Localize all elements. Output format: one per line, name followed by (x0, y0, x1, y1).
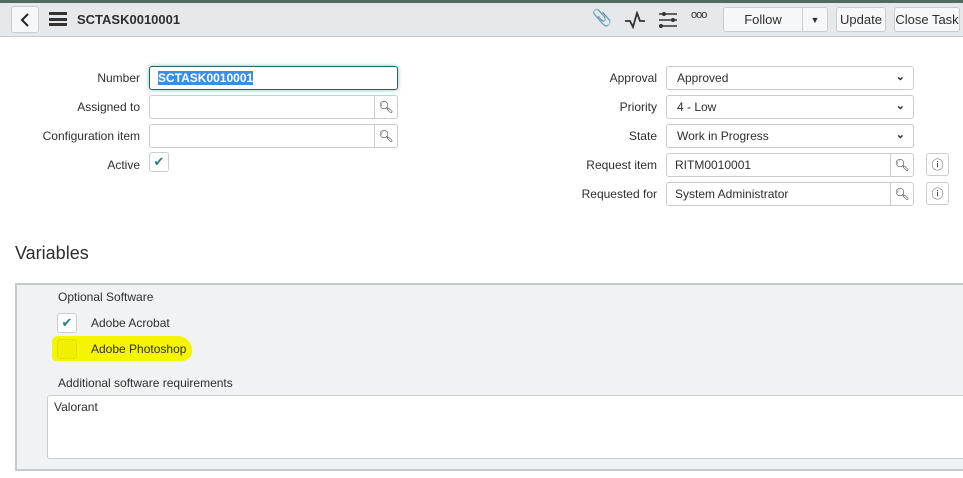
priority-select[interactable]: 4 - Low ⌄ (666, 95, 914, 119)
form-header: SCTASK0010001 📎 ooo Follow ▼ Update Clos… (0, 0, 963, 37)
active-label: Active (107, 158, 140, 172)
chevron-down-icon: ⌄ (895, 129, 905, 141)
adobe-acrobat-label: Adobe Acrobat (91, 316, 170, 330)
state-label: State (628, 129, 657, 143)
search-icon[interactable]: 🔍︎ (374, 125, 397, 147)
paperclip-icon[interactable]: 📎 (592, 8, 612, 28)
optional-software-label: Optional Software (58, 290, 154, 304)
number-value: SCTASK0010001 (158, 71, 254, 85)
additional-software-label: Additional software requirements (58, 376, 233, 390)
chevron-down-icon: ⌄ (895, 100, 905, 112)
configuration-item-field[interactable]: 🔍︎ (149, 124, 398, 148)
requested-for-field[interactable]: System Administrator 🔍︎ (666, 182, 914, 206)
chevron-down-icon: ⌄ (895, 71, 905, 83)
approval-select[interactable]: Approved ⌄ (666, 66, 914, 90)
additional-software-textarea[interactable]: Valorant (47, 395, 963, 459)
search-icon[interactable]: 🔍︎ (374, 96, 397, 118)
adobe-acrobat-checkbox[interactable]: ✔ (57, 313, 77, 333)
update-button[interactable]: Update (836, 7, 886, 32)
configuration-item-label: Configuration item (42, 129, 140, 143)
request-item-label: Request item (586, 158, 657, 172)
approval-value: Approved (677, 71, 729, 85)
follow-dropdown-button[interactable]: ▼ (802, 7, 828, 32)
adobe-photoshop-checkbox[interactable] (57, 339, 77, 359)
activity-icon[interactable] (624, 11, 646, 29)
chevron-left-icon (20, 12, 29, 27)
back-button[interactable] (11, 6, 39, 33)
menu-icon[interactable] (49, 12, 67, 26)
follow-button[interactable]: Follow (723, 7, 803, 32)
adobe-photoshop-label: Adobe Photoshop (91, 342, 187, 356)
variables-heading: Variables (15, 243, 89, 263)
request-item-info-button[interactable]: ⓘ (926, 153, 949, 176)
assigned-to-field[interactable]: 🔍︎ (149, 95, 398, 119)
state-value: Work in Progress (677, 129, 769, 143)
requested-for-value: System Administrator (675, 187, 789, 201)
request-item-value: RITM0010001 (675, 158, 752, 172)
requested-for-info-button[interactable]: ⓘ (926, 182, 949, 205)
search-icon[interactable]: 🔍︎ (890, 154, 913, 176)
search-icon[interactable]: 🔍︎ (890, 183, 913, 205)
priority-value: 4 - Low (677, 100, 717, 114)
number-label: Number (97, 71, 140, 85)
approval-label: Approval (609, 71, 657, 85)
close-task-button[interactable]: Close Task (894, 7, 960, 32)
number-field[interactable]: SCTASK0010001 (149, 66, 398, 90)
more-options-icon[interactable]: ooo (691, 9, 707, 21)
requested-for-label: Requested for (581, 187, 657, 201)
request-item-field[interactable]: RITM0010001 🔍︎ (666, 153, 914, 177)
settings-sliders-icon[interactable] (658, 11, 678, 29)
state-select[interactable]: Work in Progress ⌄ (666, 124, 914, 148)
priority-label: Priority (619, 100, 657, 114)
assigned-to-label: Assigned to (77, 100, 140, 114)
record-title: SCTASK0010001 (77, 12, 181, 27)
active-checkbox[interactable]: ✔ (149, 152, 169, 172)
